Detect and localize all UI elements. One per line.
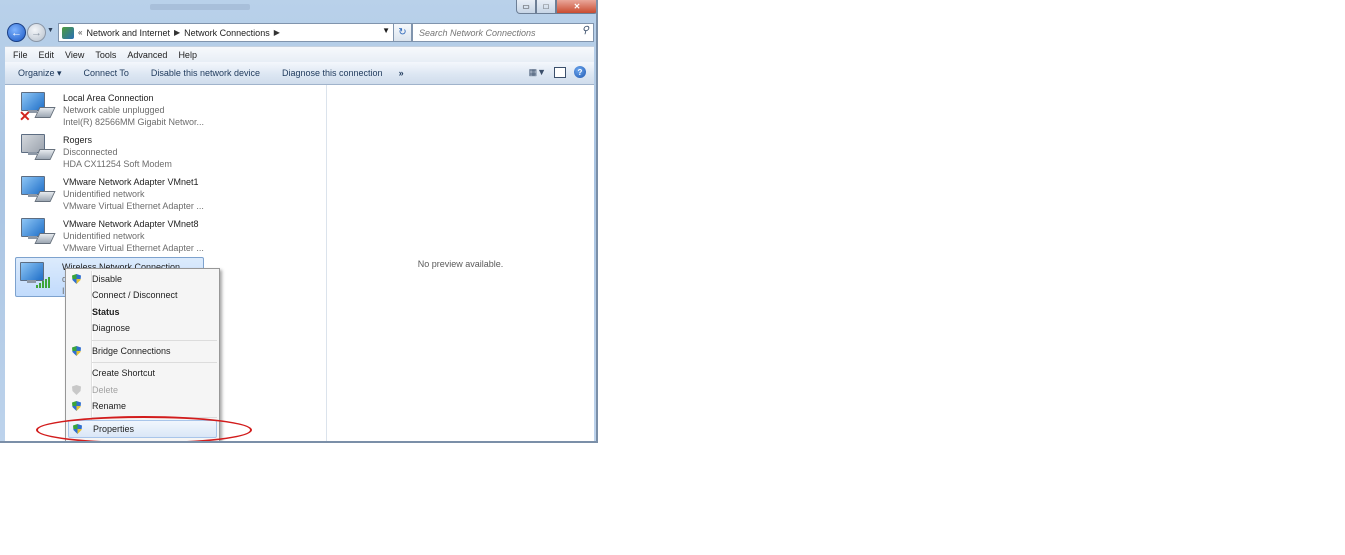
menu-advanced[interactable]: Advanced [127,50,167,60]
more-commands-button[interactable]: » [399,68,404,78]
menu-item-disable[interactable]: Disable [68,271,217,287]
uac-shield-icon [72,274,81,284]
change-view-icon[interactable]: ▦▼ [529,67,546,78]
help-icon[interactable]: ? [574,66,586,78]
breadcrumb-chevron-icon[interactable]: ▶ [174,28,180,37]
menu-item-diagnose[interactable]: Diagnose [68,320,217,336]
menu-item-rename[interactable]: Rename [68,398,217,414]
connection-status: Network cable unplugged [63,105,165,115]
disable-device-button[interactable]: Disable this network device [151,68,260,78]
search-icon[interactable]: ⚲ [582,25,589,36]
wireless-signal-icon [18,262,52,294]
no-preview-text: No preview available. [417,259,504,269]
back-arrow-icon[interactable]: ← [7,23,26,42]
wired-connection-disconnected-icon: ✕ [19,92,56,124]
list-item-vmnet1[interactable]: VMware Network Adapter VMnet1 Unidentifi… [16,171,205,211]
search-input[interactable] [417,26,571,39]
preview-pane: No preview available. [327,85,594,441]
list-item-rogers[interactable]: Rogers Disconnected HDA CX11254 Soft Mod… [16,129,205,169]
menu-item-label: Disable [92,274,123,284]
menu-item-create-shortcut[interactable]: Create Shortcut [68,365,217,381]
breadcrumb-network-connections[interactable]: Network Connections [184,28,270,38]
uac-shield-icon [72,401,81,411]
menu-separator [92,362,217,363]
menu-separator [92,340,217,341]
connection-device: HDA CX11254 Soft Modem [63,159,172,169]
list-item-local-area-connection[interactable]: ✕ Local Area Connection Network cable un… [16,87,205,127]
menu-edit[interactable]: Edit [39,50,55,60]
connection-status: Unidentified network [63,189,145,199]
menu-item-label: Delete [92,385,119,395]
connection-device: VMware Virtual Ethernet Adapter ... [63,243,204,253]
organize-button[interactable]: Organize ▾ [18,68,62,79]
title-bar-text [150,4,250,10]
menu-item-status[interactable]: Status [68,304,217,320]
breadcrumb-chevron-icon[interactable]: ▶ [274,28,280,37]
address-dropdown-icon[interactable]: ▼ [382,26,390,35]
caption-buttons: ▭ □ ✕ [516,0,598,14]
connection-name: Rogers [63,135,93,145]
menu-item-label: Bridge Connections [92,346,171,356]
list-item-vmnet8[interactable]: VMware Network Adapter VMnet8 Unidentifi… [16,213,205,253]
diagnose-connection-button[interactable]: Diagnose this connection [282,68,383,78]
minimize-button[interactable]: ▭ [516,0,536,14]
network-connections-window: ▭ □ ✕ ← → ▼ « Network and Internet ▶ Net… [0,0,598,443]
red-annotation-circle [36,416,252,443]
connection-status: Disconnected [63,147,118,157]
close-button[interactable]: ✕ [556,0,598,14]
menu-item-label: Diagnose [92,323,131,333]
search-box[interactable]: ⚲ [412,23,594,42]
connection-name: Local Area Connection [63,93,154,103]
uac-shield-icon [72,385,81,395]
menu-item-label: Connect / Disconnect [92,290,178,300]
menu-item-label: Status [92,307,120,317]
connection-device: Intel(R) 82566MM Gigabit Networ... [63,117,205,127]
recent-pages-dropdown-icon[interactable]: ▼ [47,27,54,34]
wired-connection-icon [19,218,56,250]
breadcrumb-overflow[interactable]: « [78,28,82,37]
menu-item-connect-disconnect[interactable]: Connect / Disconnect [68,287,217,303]
menu-item-delete: Delete [68,382,217,398]
connection-name: VMware Network Adapter VMnet1 [63,177,199,187]
menu-file[interactable]: File [13,50,28,60]
menu-item-label: Create Shortcut [92,368,156,378]
maximize-button[interactable]: □ [536,0,556,14]
menu-tools[interactable]: Tools [95,50,116,60]
wired-connection-icon [19,176,56,208]
connection-name: VMware Network Adapter VMnet8 [63,219,199,229]
menu-item-label: Rename [92,401,127,411]
menu-item-bridge-connections[interactable]: Bridge Connections [68,343,217,359]
navigation-bar: ← → ▼ « Network and Internet ▶ Network C… [6,22,594,42]
connection-device: VMware Virtual Ethernet Adapter ... [63,201,204,211]
control-panel-icon [62,26,74,39]
dialup-modem-icon [19,134,56,166]
preview-pane-icon[interactable] [554,66,566,78]
menu-bar: File Edit View Tools Advanced Help [5,46,594,63]
menu-view[interactable]: View [65,50,84,60]
menu-help[interactable]: Help [178,50,197,60]
view-controls: ▦▼ ? [529,66,586,78]
uac-shield-icon [72,346,81,356]
connect-to-button[interactable]: Connect To [84,68,129,78]
breadcrumb-network-and-internet[interactable]: Network and Internet [86,28,170,38]
refresh-icon[interactable]: ↻ [393,23,412,42]
connection-status: Unidentified network [63,231,145,241]
forward-arrow-icon[interactable]: → [27,23,46,42]
command-bar: Organize ▾ Connect To Disable this netwo… [5,62,594,85]
address-bar[interactable]: « Network and Internet ▶ Network Connect… [58,23,394,42]
